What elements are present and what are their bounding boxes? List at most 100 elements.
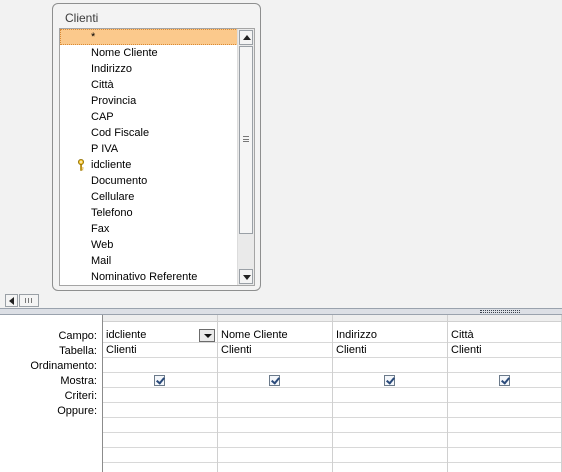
ordinamento-cell[interactable] [103,358,217,373]
field-label: Nome Cliente [91,47,158,59]
grid-empty-cell[interactable] [333,418,447,433]
grid-empty-cell[interactable] [448,433,561,448]
ordinamento-cell[interactable] [333,358,447,373]
field-item-indirizzo[interactable]: Indirizzo [60,61,238,77]
scrollbar-thumb[interactable] [239,46,253,234]
grid-empty-cell[interactable] [218,433,332,448]
field-item-p-iva[interactable]: P IVA [60,141,238,157]
campo-value: idcliente [106,329,147,341]
query-design-pane: Clienti * Nome Cliente Indirizzo Città P… [0,0,562,293]
campo-cell[interactable]: Città [448,328,561,343]
field-item-cod-fiscale[interactable]: Cod Fiscale [60,125,238,141]
oppure-cell[interactable] [448,403,561,418]
field-label: Mail [91,255,112,267]
mostra-checkbox[interactable] [269,375,280,386]
ordinamento-cell[interactable] [218,358,332,373]
field-label: P IVA [91,143,119,155]
tabella-cell[interactable]: Clienti [218,343,332,358]
grid-empty-cell[interactable] [103,418,217,433]
table-title[interactable]: Clienti [65,11,98,25]
mostra-cell [448,373,561,388]
field-item-cap[interactable]: CAP [60,109,238,125]
field-list-scrollbar[interactable] [237,29,254,285]
tabella-cell[interactable]: Clienti [103,343,217,358]
campo-cell[interactable]: Indirizzo [333,328,447,343]
chevron-down-icon[interactable] [199,329,215,342]
tabella-value: Clienti [106,344,137,356]
mostra-checkbox[interactable] [384,375,395,386]
criteri-cell[interactable] [448,388,561,403]
row-label-campo: Campo: [58,330,97,342]
field-label: Documento [91,175,148,187]
splitter-grip-icon[interactable] [480,310,520,313]
mostra-cell [218,373,332,388]
mostra-checkbox[interactable] [154,375,165,386]
table-field-list-window[interactable]: Clienti * Nome Cliente Indirizzo Città P… [52,3,261,291]
grid-row-labels: Campo: Tabella: Ordinamento: Mostra: Cri… [0,315,102,472]
ordinamento-cell[interactable] [448,358,561,373]
criteri-cell[interactable] [218,388,332,403]
field-label: Cod Fiscale [91,127,150,139]
field-item-nome-cliente[interactable]: Nome Cliente [60,45,238,61]
criteri-cell[interactable] [103,388,217,403]
field-item-fax[interactable]: Fax [60,221,238,237]
grid-empty-cell[interactable] [448,418,561,433]
horizontal-scrollbar-thumb[interactable] [19,294,39,307]
field-label: * [91,31,96,43]
column-selector[interactable] [103,315,218,322]
mostra-checkbox[interactable] [499,375,510,386]
grid-empty-cell[interactable] [333,448,447,463]
grid-empty-cell[interactable] [218,448,332,463]
field-label: Cellulare [91,191,135,203]
field-item-nominativo-referente[interactable]: Nominativo Referente [60,269,238,285]
oppure-cell[interactable] [218,403,332,418]
grid-empty-cell[interactable] [448,448,561,463]
row-label-mostra: Mostra: [60,375,97,387]
row-label-tabella: Tabella: [59,345,97,357]
column-selector[interactable] [333,315,448,322]
field-item-telefono[interactable]: Telefono [60,205,238,221]
design-horizontal-scrollbar[interactable] [0,293,562,308]
grid-column-3: Indirizzo Clienti [333,322,448,472]
grid-empty-cell[interactable] [103,433,217,448]
tabella-cell[interactable]: Clienti [333,343,447,358]
column-selector[interactable] [218,315,333,322]
pane-splitter[interactable] [0,308,562,315]
oppure-cell[interactable] [103,403,217,418]
tabella-value: Clienti [221,344,252,356]
query-grid: Campo: Tabella: Ordinamento: Mostra: Cri… [0,315,562,472]
column-selector[interactable] [448,315,562,322]
field-label: CAP [91,111,114,123]
grid-column-2: Nome Cliente Clienti [218,322,333,472]
row-label-ordinamento: Ordinamento: [30,360,97,372]
field-item-citta[interactable]: Città [60,77,238,93]
key-icon [78,159,84,171]
campo-cell[interactable]: idcliente [103,328,217,343]
field-list[interactable]: * Nome Cliente Indirizzo Città Provincia… [59,28,255,286]
tabella-cell[interactable]: Clienti [448,343,561,358]
field-item-provincia[interactable]: Provincia [60,93,238,109]
criteri-cell[interactable] [333,388,447,403]
arrow-left-icon[interactable] [5,294,18,307]
field-item-all[interactable]: * [60,29,238,45]
field-item-documento[interactable]: Documento [60,173,238,189]
grid-column-1: idcliente Clienti [103,322,218,472]
campo-value: Città [451,329,474,341]
arrow-up-icon[interactable] [239,30,253,45]
field-label: Fax [91,223,110,235]
field-item-web[interactable]: Web [60,237,238,253]
field-item-mail[interactable]: Mail [60,253,238,269]
field-item-idcliente[interactable]: idcliente [60,157,238,173]
arrow-down-icon[interactable] [239,269,253,284]
grid-empty-cell[interactable] [218,418,332,433]
field-label: Telefono [91,207,133,219]
campo-value: Indirizzo [336,329,377,341]
grid-empty-cell[interactable] [333,433,447,448]
grid-empty-cell[interactable] [103,448,217,463]
campo-cell[interactable]: Nome Cliente [218,328,332,343]
field-label: Indirizzo [91,63,132,75]
field-label: Città [91,79,114,91]
oppure-cell[interactable] [333,403,447,418]
field-item-cellulare[interactable]: Cellulare [60,189,238,205]
tabella-value: Clienti [451,344,482,356]
